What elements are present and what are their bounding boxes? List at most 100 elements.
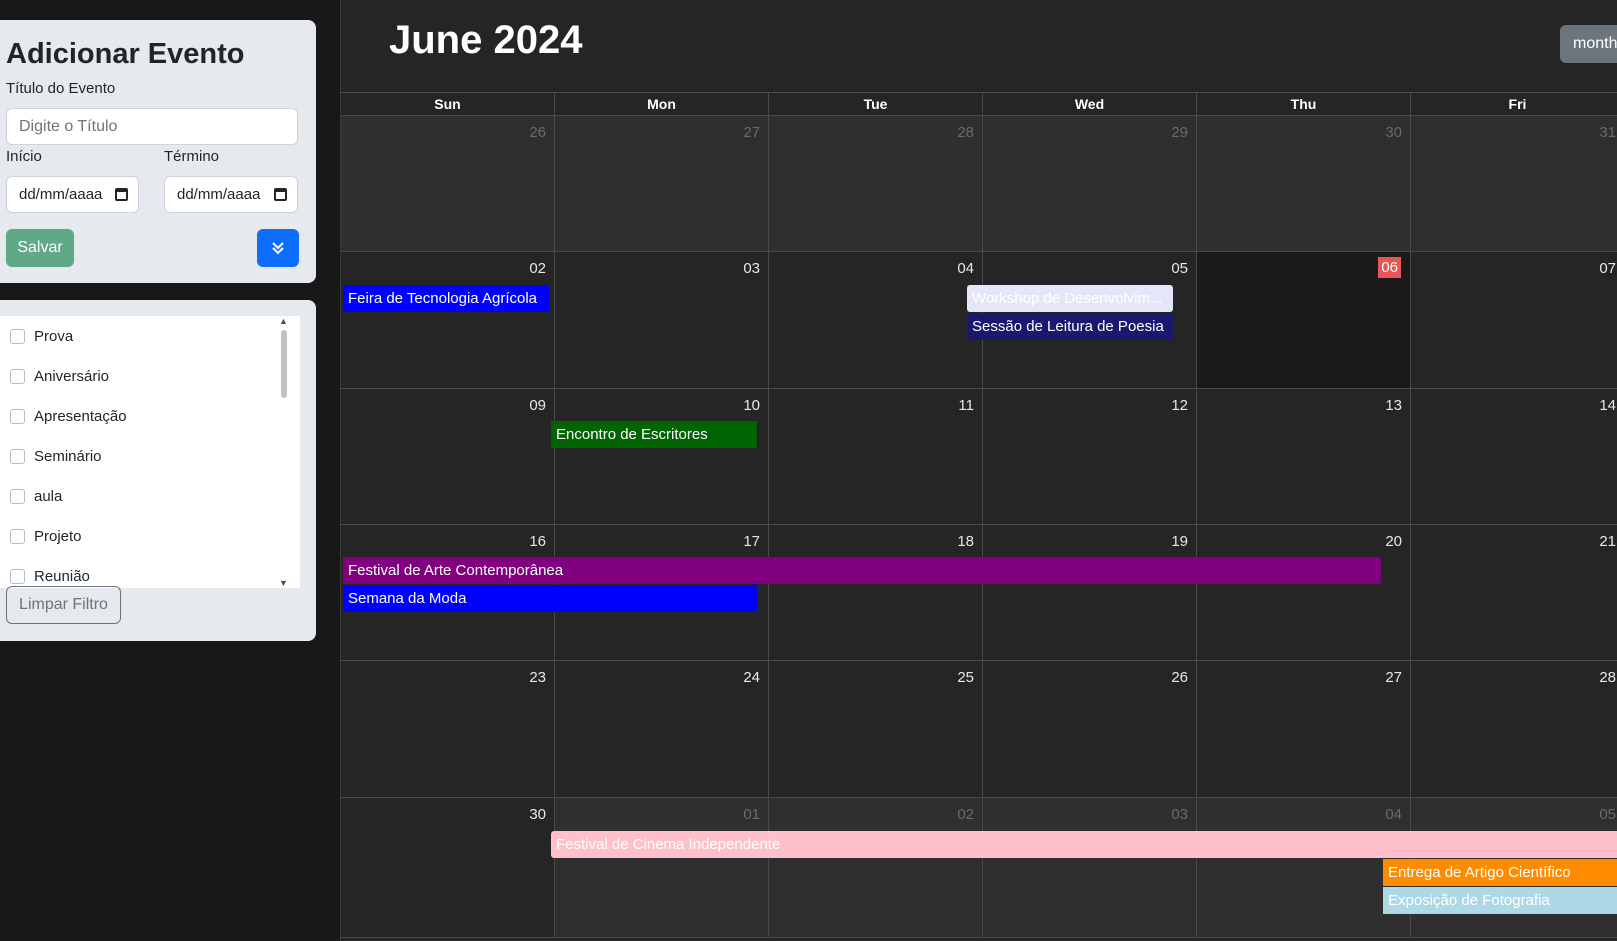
day-number: 12 [1171, 397, 1188, 414]
scroll-down-icon[interactable]: ▼ [279, 578, 288, 588]
day-cell[interactable]: 13 [1197, 389, 1411, 524]
day-cell[interactable]: 27 [555, 116, 769, 251]
day-cell[interactable]: 23 [341, 661, 555, 797]
checkbox[interactable] [10, 568, 25, 584]
day-cell[interactable]: 28 [769, 116, 983, 251]
day-cell[interactable]: 27 [1197, 661, 1411, 797]
event-bar[interactable]: Festival de Cinema Independente [551, 831, 1617, 858]
day-cell[interactable]: 25 [769, 661, 983, 797]
clear-filter-button[interactable]: Limpar Filtro [6, 586, 121, 624]
day-number: 27 [743, 124, 760, 141]
filter-list[interactable]: Prova Aniversário Apresentação Seminário… [0, 316, 300, 588]
month-view-button[interactable]: month [1560, 25, 1617, 63]
day-number: 30 [529, 806, 546, 823]
expand-button[interactable] [257, 229, 299, 267]
end-date-input[interactable]: dd/mm/aaaa [164, 176, 298, 213]
day-cell[interactable]: 19 [983, 525, 1197, 660]
day-cell[interactable]: 26 [341, 116, 555, 251]
day-cell[interactable]: 11 [769, 389, 983, 524]
calendar-icon[interactable] [274, 188, 287, 201]
weekday-thu: Thu [1197, 93, 1411, 115]
day-cell[interactable]: 30 [341, 798, 555, 937]
day-cell[interactable]: 07 [1411, 252, 1617, 388]
day-cell[interactable]: 24 [555, 661, 769, 797]
event-bar[interactable]: Encontro de Escritores [551, 421, 757, 448]
event-bar[interactable]: Festival de Arte Contemporânea [343, 557, 1381, 584]
day-cell[interactable]: 01 [555, 798, 769, 937]
event-bar[interactable]: Entrega de Artigo Científico [1383, 859, 1617, 886]
day-number: 05 [1171, 260, 1188, 277]
day-cell[interactable]: 18 [769, 525, 983, 660]
calendar-icon[interactable] [115, 188, 128, 201]
event-bar[interactable]: Semana da Moda [343, 585, 757, 612]
end-date-value: dd/mm/aaaa [177, 186, 261, 203]
day-cell[interactable]: 21 [1411, 525, 1617, 660]
filter-item-reuniao[interactable]: Reunião [0, 556, 300, 588]
day-number: 28 [957, 124, 974, 141]
day-cell[interactable]: 31 [1411, 116, 1617, 251]
end-label: Término [164, 148, 220, 165]
checkbox[interactable] [10, 368, 25, 384]
day-cell[interactable]: 03 [983, 798, 1197, 937]
day-number: 02 [957, 806, 974, 823]
event-title-input[interactable]: Digite o Título [6, 108, 298, 145]
day-cell[interactable]: 28 [1411, 661, 1617, 797]
start-date-input[interactable]: dd/mm/aaaa [6, 176, 139, 213]
day-number: 21 [1599, 533, 1616, 550]
weekday-wed: Wed [983, 93, 1197, 115]
checkbox[interactable] [10, 328, 25, 344]
day-number: 16 [529, 533, 546, 550]
day-cell[interactable]: 09 [341, 389, 555, 524]
checkbox[interactable] [10, 448, 25, 464]
weekday-fri: Fri [1411, 93, 1617, 115]
add-event-card: Adicionar Evento Título do Evento Digite… [0, 20, 316, 283]
day-cell[interactable]: 20 [1197, 525, 1411, 660]
day-number: 30 [1385, 124, 1402, 141]
day-cell[interactable]: 02 [769, 798, 983, 937]
day-cell[interactable]: 03 [555, 252, 769, 388]
event-bar[interactable]: Sessão de Leitura de Poesia [967, 313, 1173, 340]
day-number: 03 [743, 260, 760, 277]
week-row: 02 03 04 05 06 07 Feira de Tecnologia Ag… [341, 252, 1617, 389]
sidebar: Adicionar Evento Título do Evento Digite… [0, 0, 340, 941]
day-cell[interactable]: 12 [983, 389, 1197, 524]
day-cell[interactable]: 30 [1197, 116, 1411, 251]
filter-item-prova[interactable]: Prova [0, 316, 300, 356]
day-cell[interactable]: 29 [983, 116, 1197, 251]
scroll-thumb[interactable] [281, 330, 287, 398]
weekday-header: Sun Mon Tue Wed Thu Fri [341, 92, 1617, 116]
day-number: 13 [1385, 397, 1402, 414]
event-bar[interactable]: Workshop de Desenvolvim... [967, 285, 1173, 312]
day-cell[interactable]: 26 [983, 661, 1197, 797]
day-number: 19 [1171, 533, 1188, 550]
checkbox[interactable] [10, 528, 25, 544]
day-number: 28 [1599, 669, 1616, 686]
day-number: 14 [1599, 397, 1616, 414]
day-cell[interactable]: 14 [1411, 389, 1617, 524]
week-row: 16 17 18 19 20 21 Festival de Arte Conte… [341, 525, 1617, 661]
day-number: 26 [1171, 669, 1188, 686]
checkbox[interactable] [10, 408, 25, 424]
filter-item-seminario[interactable]: Seminário [0, 436, 300, 476]
day-cell[interactable]: 04 [1197, 798, 1411, 937]
filter-scrollbar[interactable]: ▲ ▼ [278, 316, 290, 588]
start-date-value: dd/mm/aaaa [19, 186, 103, 203]
filter-item-aniversario[interactable]: Aniversário [0, 356, 300, 396]
event-bar[interactable]: Feira de Tecnologia Agrícola [343, 285, 549, 312]
day-cell[interactable]: 02 [341, 252, 555, 388]
filter-item-projeto[interactable]: Projeto [0, 516, 300, 556]
day-cell[interactable]: 10 [555, 389, 769, 524]
double-chevron-down-icon [272, 242, 284, 255]
day-number: 11 [958, 397, 974, 414]
day-number: 09 [529, 397, 546, 414]
filter-item-aula[interactable]: aula [0, 476, 300, 516]
day-cell-today[interactable]: 06 [1197, 252, 1411, 388]
scroll-up-icon[interactable]: ▲ [279, 316, 288, 326]
filter-item-apresentacao[interactable]: Apresentação [0, 396, 300, 436]
day-cell[interactable]: 04 [769, 252, 983, 388]
checkbox[interactable] [10, 488, 25, 504]
day-number: 17 [743, 533, 760, 550]
event-bar[interactable]: Exposição de Fotografia [1383, 887, 1617, 914]
save-button[interactable]: Salvar [6, 229, 74, 267]
filter-label: Prova [34, 327, 74, 345]
